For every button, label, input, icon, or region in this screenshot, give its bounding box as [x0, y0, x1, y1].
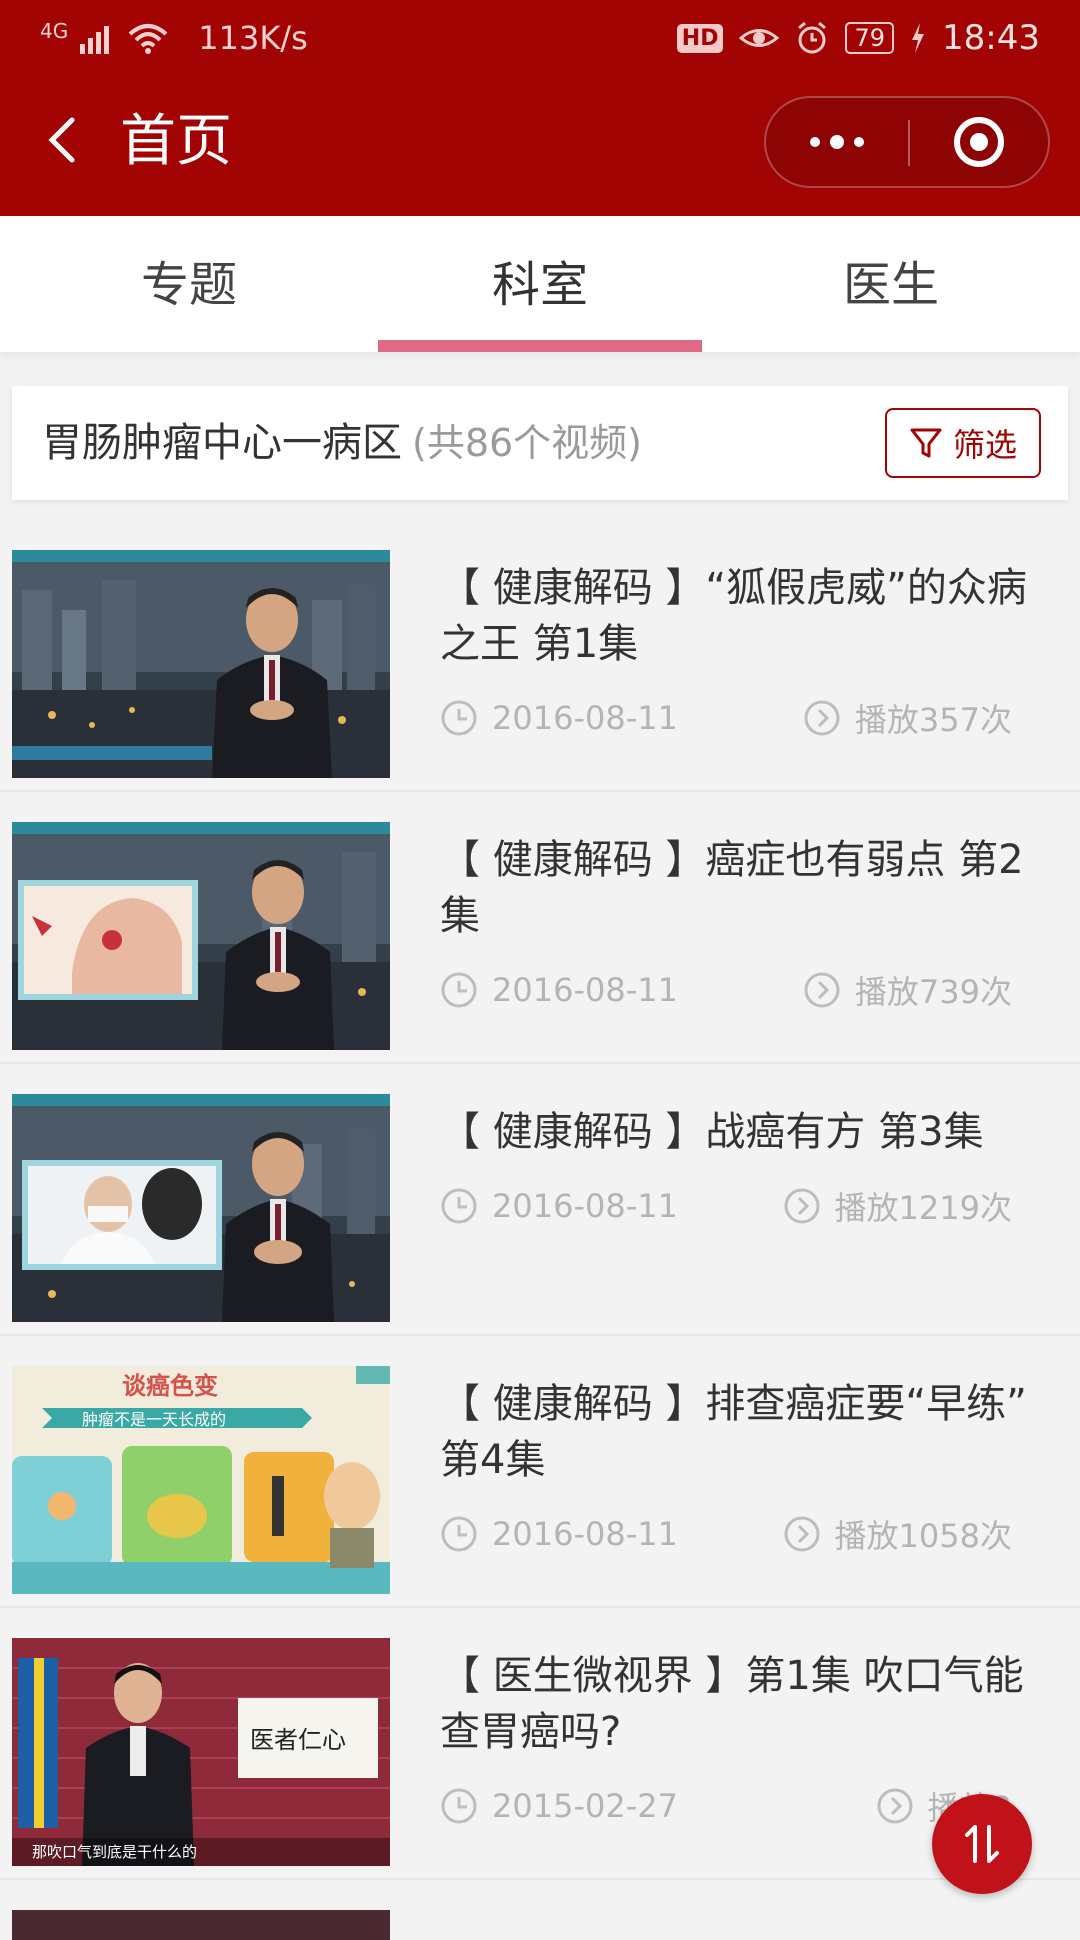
plays-text: 播放1058次	[834, 1517, 1012, 1555]
video-title[interactable]: 【 健康解码 】战癌有方 第3集	[440, 1104, 1040, 1160]
video-title[interactable]: 【 健康解码 】癌症也有弱点 第2集	[440, 832, 1040, 944]
video-date: 2016-08-11	[440, 1184, 678, 1228]
thumb-banner-text: 肿瘤不是一天长成的	[82, 1410, 226, 1429]
filter-button[interactable]: 筛选	[885, 408, 1041, 478]
page-title: 首页	[120, 109, 232, 174]
network-type: 4G	[40, 19, 69, 43]
battery-indicator: 79	[845, 22, 895, 54]
play-circle-icon	[784, 1516, 820, 1552]
play-circle-icon	[784, 1188, 820, 1224]
back-button[interactable]	[36, 110, 96, 170]
eye-icon	[739, 29, 780, 47]
tab-topics[interactable]: 专题	[24, 216, 354, 352]
video-plays: 播放739次	[803, 968, 1012, 1012]
clock-icon	[441, 972, 477, 1008]
clock-icon	[441, 1788, 477, 1824]
video-date: 2016-08-11	[440, 1512, 678, 1556]
play-circle-icon	[804, 700, 840, 736]
video-thumbnail[interactable]	[12, 1910, 390, 1940]
clock-icon	[441, 1516, 477, 1552]
sort-toggle-button[interactable]	[932, 1794, 1032, 1894]
more-dots-icon	[810, 135, 864, 149]
video-thumbnail[interactable]: 医者仁心 那吹口气到底是干什么的	[12, 1638, 390, 1866]
video-plays: 播放1058次	[783, 1512, 1012, 1556]
network-speed: 113K/s	[198, 19, 308, 57]
thumb-plaque-text: 医者仁心	[250, 1726, 346, 1754]
department-bar: 胃肠肿瘤中心一病区 (共86个视频) 筛选	[12, 386, 1068, 500]
sort-arrows-icon	[965, 1825, 999, 1863]
video-count: (共86个视频)	[412, 421, 643, 465]
video-date: 2015-02-27	[440, 1784, 678, 1828]
list-item[interactable]: 谈癌色变 肿瘤不是一天长成的 【 健康解码 】排查癌症要“早练” 第4集 201…	[0, 1336, 1080, 1608]
list-item[interactable]: 医者仁心 那吹口气到底是干什么的 【 医生微视界 】第1集 吹口气能查胃癌吗? …	[0, 1608, 1080, 1880]
close-button[interactable]	[910, 98, 1048, 186]
plays-text: 播放357次	[854, 701, 1012, 739]
wifi-icon	[128, 24, 168, 54]
clock: 18:43	[942, 18, 1040, 58]
video-plays: 播放1219次	[783, 1184, 1012, 1228]
department-name: 胃肠肿瘤中心一病区	[42, 420, 402, 466]
play-circle-icon	[804, 972, 840, 1008]
tab-doctors[interactable]: 医生	[726, 216, 1056, 352]
status-bar: 4G 113K/s HD 79 18:43	[0, 0, 1080, 76]
date-text: 2016-08-11	[492, 971, 678, 1009]
funnel-icon	[910, 428, 942, 458]
video-title[interactable]: 【 健康解码 】排查癌症要“早练” 第4集	[440, 1376, 1040, 1488]
video-thumbnail[interactable]	[12, 822, 390, 1050]
date-text: 2016-08-11	[492, 699, 678, 737]
video-thumbnail[interactable]: 谈癌色变 肿瘤不是一天长成的	[12, 1366, 390, 1594]
video-plays: 播放357次	[803, 696, 1012, 740]
video-title[interactable]: 【 健康解码 】“狐假虎威”的众病之王 第1集	[440, 560, 1040, 672]
mini-program-capsule	[764, 96, 1050, 188]
more-button[interactable]	[766, 98, 908, 186]
category-tabs: 专题 科室 医生	[0, 216, 1080, 352]
video-thumbnail[interactable]	[12, 550, 390, 778]
tab-departments[interactable]: 科室	[375, 216, 705, 352]
clock-icon	[441, 700, 477, 736]
date-text: 2016-08-11	[492, 1187, 678, 1225]
list-item[interactable]: 【 健康解码 】“狐假虎威”的众病之王 第1集 2016-08-11 播放357…	[0, 520, 1080, 792]
charging-icon	[912, 23, 925, 53]
date-text: 2015-02-27	[492, 1787, 678, 1825]
hd-badge: HD	[676, 23, 724, 53]
list-item[interactable]	[0, 1880, 1080, 1940]
filter-label: 筛选	[952, 426, 1017, 464]
nav-bar: 首页	[0, 96, 1080, 192]
list-item[interactable]: 【 健康解码 】癌症也有弱点 第2集 2016-08-11 播放739次	[0, 792, 1080, 1064]
thumb-caption-text: 那吹口气到底是干什么的	[32, 1843, 197, 1861]
active-tab-indicator	[378, 340, 702, 352]
plays-text: 播放1219次	[834, 1189, 1012, 1227]
play-circle-icon	[877, 1788, 913, 1824]
department-heading: 胃肠肿瘤中心一病区 (共86个视频)	[42, 416, 642, 470]
app-header: 4G 113K/s HD 79 18:43 首页	[0, 0, 1080, 216]
alarm-icon	[798, 21, 827, 54]
target-close-icon	[954, 117, 1004, 167]
video-thumbnail[interactable]	[12, 1094, 390, 1322]
date-text: 2016-08-11	[492, 1515, 678, 1553]
plays-text: 播放739次	[854, 973, 1012, 1011]
video-date: 2016-08-11	[440, 968, 678, 1012]
chevron-left-icon	[48, 117, 75, 163]
video-date: 2016-08-11	[440, 696, 678, 740]
signal-icon	[80, 26, 110, 54]
video-title[interactable]: 【 医生微视界 】第1集 吹口气能查胃癌吗?	[440, 1648, 1040, 1760]
clock-icon	[441, 1188, 477, 1224]
list-item[interactable]: 【 健康解码 】战癌有方 第3集 2016-08-11 播放1219次	[0, 1064, 1080, 1336]
thumb-title-text: 谈癌色变	[122, 1372, 218, 1400]
